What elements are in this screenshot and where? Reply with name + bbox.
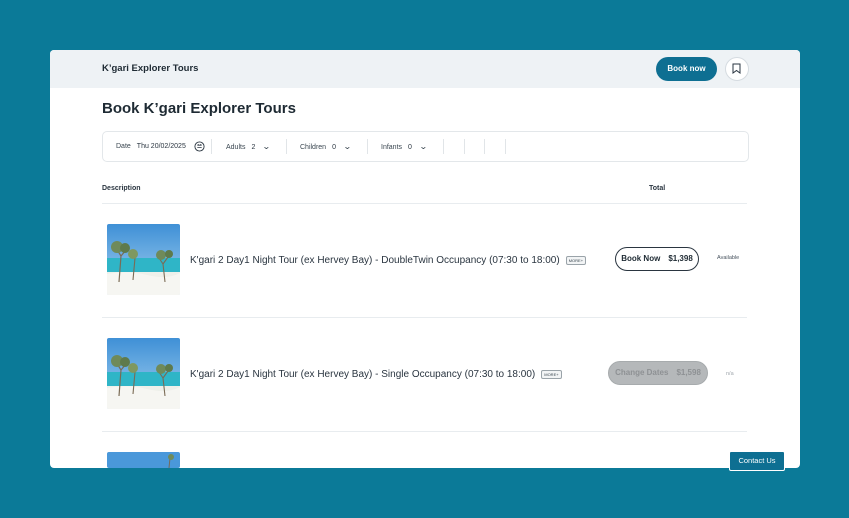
children-filter[interactable]: Children 0 ⌄ bbox=[300, 132, 352, 161]
column-description: Description bbox=[102, 185, 141, 192]
price: $1,398 bbox=[668, 254, 693, 263]
children-value[interactable]: 0 bbox=[332, 144, 336, 151]
tour-title[interactable]: K'gari 2 Day1 Night Tour (ex Hervey Bay)… bbox=[190, 369, 535, 380]
column-total: Total bbox=[649, 185, 666, 192]
more-badge[interactable]: MORE+ bbox=[565, 255, 587, 265]
filter-divider bbox=[464, 139, 465, 154]
button-label: Change Dates bbox=[615, 368, 669, 377]
bookmark-button[interactable] bbox=[725, 57, 749, 81]
booking-window: K’gari Explorer Tours Book now Book K’ga… bbox=[50, 50, 800, 468]
header-divider bbox=[102, 203, 747, 204]
more-badge[interactable]: MORE+ bbox=[541, 369, 562, 379]
table-header: Description Total bbox=[102, 185, 747, 203]
chevron-down-icon[interactable]: ⌄ bbox=[419, 132, 428, 161]
tour-name[interactable]: K'gari 2 Day1 Night Tour (ex Hervey Bay)… bbox=[190, 369, 562, 380]
tour-title[interactable]: K'gari 2 Day1 Night Tour (ex Hervey Bay)… bbox=[190, 255, 560, 266]
date-label: Date bbox=[116, 143, 131, 150]
adults-label: Adults bbox=[226, 144, 246, 151]
filter-divider bbox=[367, 139, 368, 154]
adults-value[interactable]: 2 bbox=[251, 144, 255, 151]
top-navbar: K’gari Explorer Tours Book now bbox=[50, 50, 800, 88]
calendar-icon[interactable] bbox=[194, 141, 205, 152]
infants-value[interactable]: 0 bbox=[408, 144, 412, 151]
price: $1,598 bbox=[676, 368, 701, 377]
infants-label: Infants bbox=[381, 144, 403, 151]
adults-filter[interactable]: Adults 2 ⌄ bbox=[226, 132, 271, 161]
button-label: Book Now bbox=[621, 254, 661, 263]
page-title: Book K’gari Explorer Tours bbox=[102, 100, 296, 117]
filter-divider bbox=[211, 139, 212, 154]
tour-image[interactable] bbox=[107, 224, 180, 295]
tour-image[interactable] bbox=[107, 452, 180, 468]
date-filter[interactable]: Date Thu 20/02/2025 bbox=[116, 132, 186, 161]
bookmark-icon bbox=[732, 63, 741, 74]
infants-filter[interactable]: Infants 0 ⌄ bbox=[381, 132, 428, 161]
change-dates-button[interactable]: Change Dates $1,598 bbox=[608, 361, 708, 385]
chevron-down-icon[interactable]: ⌄ bbox=[343, 132, 352, 161]
contact-us-button[interactable]: Contact Us bbox=[729, 451, 785, 471]
chevron-down-icon[interactable]: ⌄ bbox=[262, 132, 271, 161]
status-text: n/a bbox=[726, 371, 734, 377]
tour-image[interactable] bbox=[107, 338, 180, 409]
status-text: Available bbox=[717, 255, 740, 261]
tour-name[interactable]: K'gari 2 Day1 Night Tour (ex Hervey Bay)… bbox=[190, 255, 587, 266]
book-now-row-button[interactable]: Book Now $1,398 bbox=[615, 247, 699, 271]
filter-divider bbox=[443, 139, 444, 154]
filter-bar: Date Thu 20/02/2025 Adults 2 ⌄ Children 0 ⌄ I… bbox=[102, 131, 749, 162]
brand-name[interactable]: K’gari Explorer Tours bbox=[102, 63, 198, 74]
children-label: Children bbox=[300, 144, 327, 151]
filter-divider bbox=[505, 139, 506, 154]
filter-divider bbox=[484, 139, 485, 154]
date-value[interactable]: Thu 20/02/2025 bbox=[137, 143, 186, 150]
book-now-button[interactable]: Book now bbox=[656, 57, 717, 81]
filter-divider bbox=[286, 139, 287, 154]
row-divider bbox=[102, 317, 747, 318]
row-divider bbox=[102, 431, 747, 432]
